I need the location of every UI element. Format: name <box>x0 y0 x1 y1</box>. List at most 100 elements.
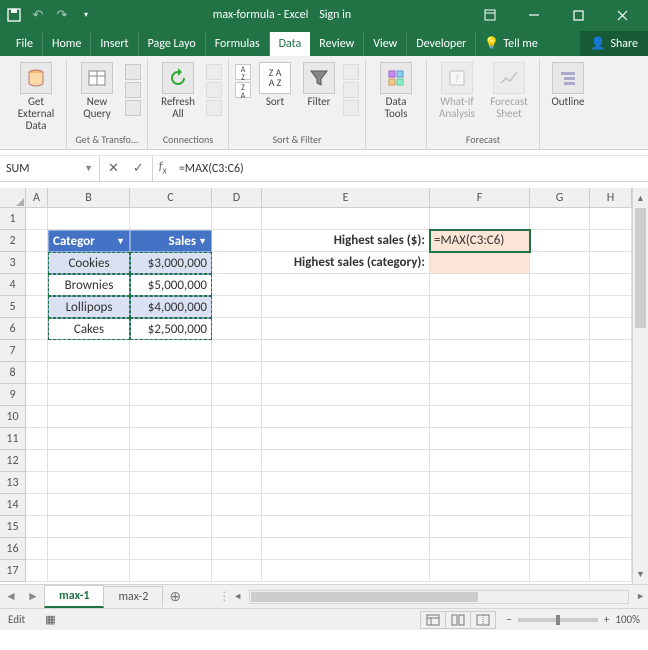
maximize-button[interactable] <box>558 0 598 30</box>
scroll-down-icon[interactable]: ▼ <box>633 566 648 582</box>
cell[interactable] <box>430 362 530 384</box>
cell[interactable] <box>26 384 48 406</box>
row-headers[interactable]: 1234567891011121314151617 <box>0 208 26 582</box>
cell[interactable] <box>430 494 530 516</box>
cell[interactable] <box>530 428 590 450</box>
filter-button[interactable]: Filter <box>299 62 339 108</box>
sign-in-link[interactable]: Sign in <box>319 8 351 22</box>
cell[interactable] <box>590 538 632 560</box>
cell[interactable] <box>212 428 262 450</box>
cell[interactable] <box>430 428 530 450</box>
qat-dropdown-icon[interactable]: ▾ <box>78 7 94 23</box>
cell[interactable] <box>590 340 632 362</box>
cell[interactable] <box>430 516 530 538</box>
cell[interactable] <box>262 450 430 472</box>
row-header[interactable]: 1 <box>0 208 26 230</box>
col-header[interactable]: H <box>590 188 632 208</box>
col-header[interactable]: D <box>212 188 262 208</box>
refresh-all-button[interactable]: Refresh All <box>154 62 202 120</box>
undo-icon[interactable]: ↶ <box>30 7 46 23</box>
tab-pagelayout[interactable]: Page Layo <box>139 32 206 56</box>
sort-desc-button[interactable]: ZA <box>235 82 251 98</box>
cell[interactable] <box>130 406 212 428</box>
advanced-button[interactable] <box>343 100 359 116</box>
cell[interactable] <box>212 560 262 582</box>
cell[interactable] <box>130 450 212 472</box>
cell[interactable] <box>26 538 48 560</box>
redo-icon[interactable]: ↷ <box>54 7 70 23</box>
cell[interactable] <box>262 494 430 516</box>
sheet-nav-prev[interactable]: ◄ <box>0 589 22 604</box>
save-icon[interactable] <box>6 7 22 23</box>
row-header[interactable]: 4 <box>0 274 26 296</box>
share-button[interactable]: 👤Share <box>580 31 648 56</box>
row-header[interactable]: 5 <box>0 296 26 318</box>
table-cell[interactable]: Lollipops <box>48 296 130 318</box>
cell[interactable] <box>48 538 130 560</box>
ribbon-options-icon[interactable] <box>470 0 510 30</box>
cell[interactable] <box>530 560 590 582</box>
sort-button[interactable]: Z AA ZSort <box>255 62 295 108</box>
row-header[interactable]: 6 <box>0 318 26 340</box>
sheet-tab[interactable]: max-2 <box>103 586 163 607</box>
cell[interactable] <box>590 494 632 516</box>
cell[interactable] <box>590 560 632 582</box>
reapply-button[interactable] <box>343 82 359 98</box>
row-header[interactable]: 11 <box>0 428 26 450</box>
cell[interactable] <box>430 384 530 406</box>
row-header[interactable]: 14 <box>0 494 26 516</box>
cell[interactable] <box>48 428 130 450</box>
cell[interactable] <box>212 494 262 516</box>
cell[interactable] <box>26 362 48 384</box>
row-header[interactable]: 12 <box>0 450 26 472</box>
cell[interactable] <box>590 472 632 494</box>
col-header[interactable]: E <box>262 188 430 208</box>
cell[interactable] <box>212 406 262 428</box>
column-headers[interactable]: A B C D E F G H <box>26 188 632 208</box>
cell[interactable] <box>430 340 530 362</box>
scroll-up-icon[interactable]: ▲ <box>633 190 648 206</box>
table-cell[interactable]: $2,500,000 <box>130 318 212 340</box>
cell[interactable] <box>212 472 262 494</box>
formula-input[interactable]: =MAX(C3:C6) <box>173 156 648 181</box>
worksheet-grid[interactable]: A B C D E F G H 123456789101112131415161… <box>0 188 648 584</box>
row-header[interactable]: 2 <box>0 230 26 252</box>
close-button[interactable] <box>602 0 642 30</box>
cell[interactable] <box>530 406 590 428</box>
tab-review[interactable]: Review <box>310 32 364 56</box>
edit-links-button[interactable] <box>206 100 222 116</box>
row-header[interactable]: 17 <box>0 560 26 582</box>
new-query-button[interactable]: New Query <box>73 62 121 120</box>
col-header[interactable]: B <box>48 188 130 208</box>
new-sheet-button[interactable]: ⊕ <box>162 588 188 605</box>
tab-developer[interactable]: Developer <box>407 32 476 56</box>
scroll-right-icon[interactable]: ► <box>633 591 648 602</box>
table-cell[interactable]: $3,000,000 <box>130 252 212 274</box>
cell[interactable] <box>590 362 632 384</box>
zoom-in-button[interactable]: + <box>604 613 609 626</box>
tab-file[interactable]: File <box>10 32 43 56</box>
connections-button[interactable] <box>206 64 222 80</box>
cell[interactable] <box>48 406 130 428</box>
cell[interactable] <box>530 384 590 406</box>
table-header-category[interactable]: Categor▼ <box>48 230 130 252</box>
tab-insert[interactable]: Insert <box>91 32 138 56</box>
cell[interactable] <box>26 494 48 516</box>
cell[interactable] <box>26 472 48 494</box>
cell[interactable] <box>48 472 130 494</box>
cell[interactable] <box>262 406 430 428</box>
cell[interactable] <box>530 516 590 538</box>
tab-formulas[interactable]: Formulas <box>206 32 270 56</box>
enter-formula-icon[interactable]: ✓ <box>133 161 144 176</box>
tab-home[interactable]: Home <box>43 32 91 56</box>
row-header[interactable]: 9 <box>0 384 26 406</box>
zoom-slider[interactable] <box>518 618 598 622</box>
cell[interactable] <box>212 362 262 384</box>
cell[interactable] <box>590 428 632 450</box>
cell[interactable] <box>430 450 530 472</box>
table-cell[interactable]: Cookies <box>48 252 130 274</box>
cell[interactable] <box>26 340 48 362</box>
sheet-tab-active[interactable]: max-1 <box>44 585 104 608</box>
cell[interactable] <box>212 516 262 538</box>
table-header-sales[interactable]: Sales ▼ <box>130 230 212 252</box>
